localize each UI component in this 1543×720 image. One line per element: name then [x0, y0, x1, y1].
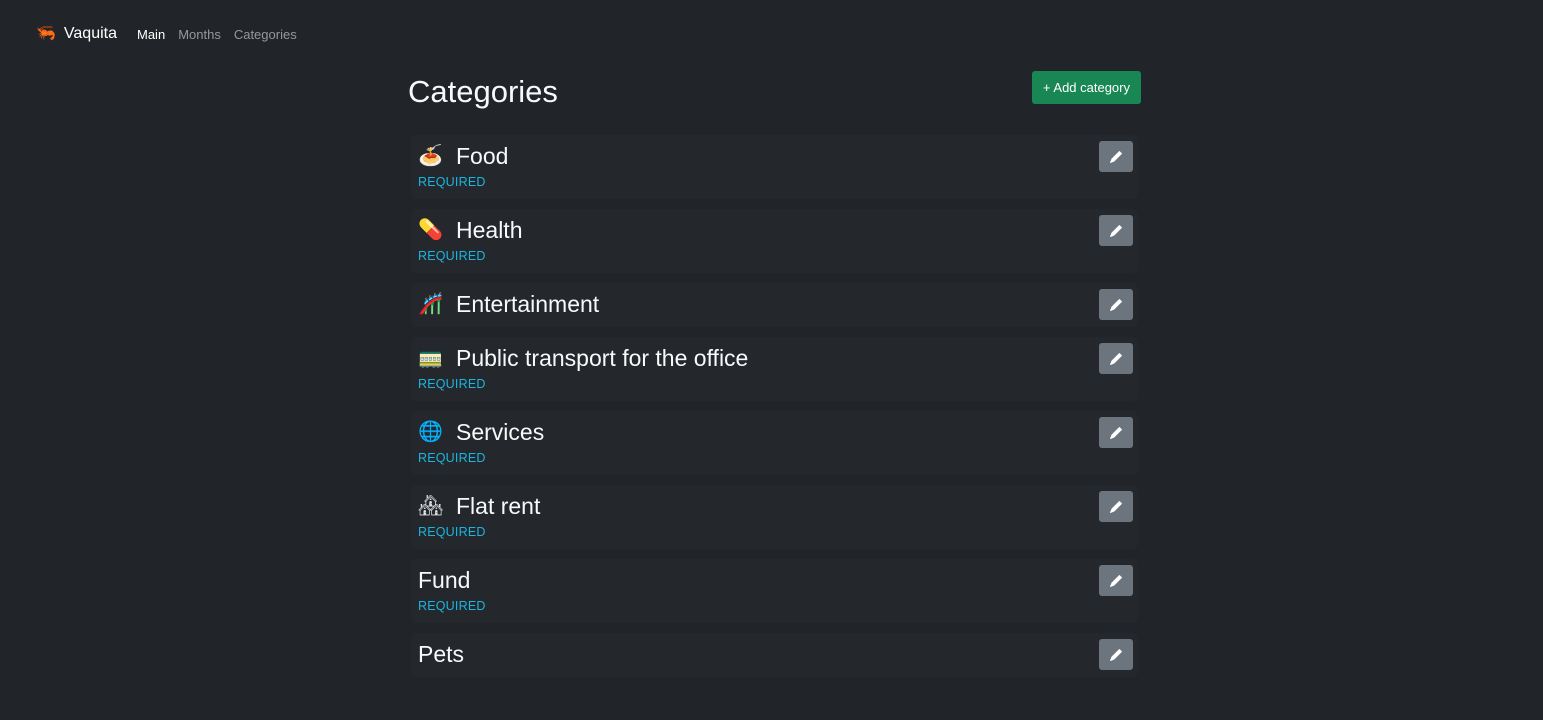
pencil-icon [1110, 150, 1122, 163]
category-emoji-icon: 💊 [418, 219, 443, 241]
category-emoji-icon: 🍝 [418, 145, 443, 167]
edit-category-button[interactable] [1099, 417, 1133, 448]
pencil-icon [1110, 352, 1122, 365]
pencil-icon [1110, 298, 1122, 311]
page-header: Categories + Add category [408, 68, 1141, 130]
category-emoji-icon: 🌐 [418, 421, 443, 443]
page-title: Categories [408, 74, 558, 109]
main-content: Categories + Add category 🍝 Food REQUIRE… [408, 68, 1141, 687]
category-name: Flat rent [456, 492, 541, 519]
shrimp-icon: 🦐 [36, 25, 56, 42]
pencil-icon [1110, 224, 1122, 237]
category-title: 🚃 Public transport for the office [418, 343, 1131, 373]
edit-category-button[interactable] [1099, 215, 1133, 246]
required-badge: REQUIRED [418, 525, 486, 539]
category-card: 🍝 Food REQUIRED [411, 135, 1138, 199]
brand[interactable]: 🦐 Vaquita [36, 25, 117, 43]
required-badge: REQUIRED [418, 377, 486, 391]
category-name: Public transport for the office [456, 344, 749, 371]
category-list: 🍝 Food REQUIRED 💊 Health REQUIRED 🎢 Ente… [408, 135, 1141, 677]
category-emoji-icon: 🏘 [418, 495, 444, 517]
nav-link-main[interactable]: Main [137, 27, 165, 42]
category-emoji-icon: 🎢 [418, 293, 443, 315]
category-card: 🚃 Public transport for the office REQUIR… [411, 337, 1138, 401]
nav-link-months[interactable]: Months [178, 27, 221, 42]
category-title: 🏘 Flat rent [418, 491, 1131, 521]
edit-category-button[interactable] [1099, 639, 1133, 670]
category-name: Pets [418, 640, 465, 667]
category-name: Services [456, 418, 545, 445]
required-badge: REQUIRED [418, 451, 486, 465]
required-badge: REQUIRED [418, 599, 486, 613]
nav-link-categories[interactable]: Categories [234, 27, 297, 42]
required-badge: REQUIRED [418, 175, 486, 189]
category-card: 🎢 Entertainment [411, 283, 1138, 327]
category-card: Fund REQUIRED [411, 559, 1138, 623]
category-title: 💊 Health [418, 215, 1131, 245]
edit-category-button[interactable] [1099, 141, 1133, 172]
category-title: 🌐 Services [418, 417, 1131, 447]
pencil-icon [1110, 426, 1122, 439]
add-category-button[interactable]: + Add category [1031, 71, 1141, 104]
category-title: Pets [418, 639, 1131, 669]
category-title: Fund [418, 565, 1131, 595]
edit-category-button[interactable] [1099, 565, 1133, 596]
pencil-icon [1110, 500, 1122, 513]
edit-category-button[interactable] [1099, 343, 1133, 374]
navbar: 🦐 Vaquita Main Months Categories [0, 0, 1543, 68]
category-card: 🌐 Services REQUIRED [411, 411, 1138, 475]
edit-category-button[interactable] [1099, 289, 1133, 320]
category-name: Health [456, 216, 523, 243]
pencil-icon [1110, 574, 1122, 587]
category-name: Food [456, 142, 509, 169]
category-card: 🏘 Flat rent REQUIRED [411, 485, 1138, 549]
required-badge: REQUIRED [418, 249, 486, 263]
category-card: Pets [411, 633, 1138, 677]
brand-name: Vaquita [63, 25, 117, 42]
category-title: 🍝 Food [418, 141, 1131, 171]
pencil-icon [1110, 648, 1122, 661]
edit-category-button[interactable] [1099, 491, 1133, 522]
category-name: Fund [418, 566, 471, 593]
category-name: Entertainment [456, 290, 600, 317]
category-emoji-icon: 🚃 [418, 347, 443, 369]
category-card: 💊 Health REQUIRED [411, 209, 1138, 273]
category-title: 🎢 Entertainment [418, 289, 1131, 319]
